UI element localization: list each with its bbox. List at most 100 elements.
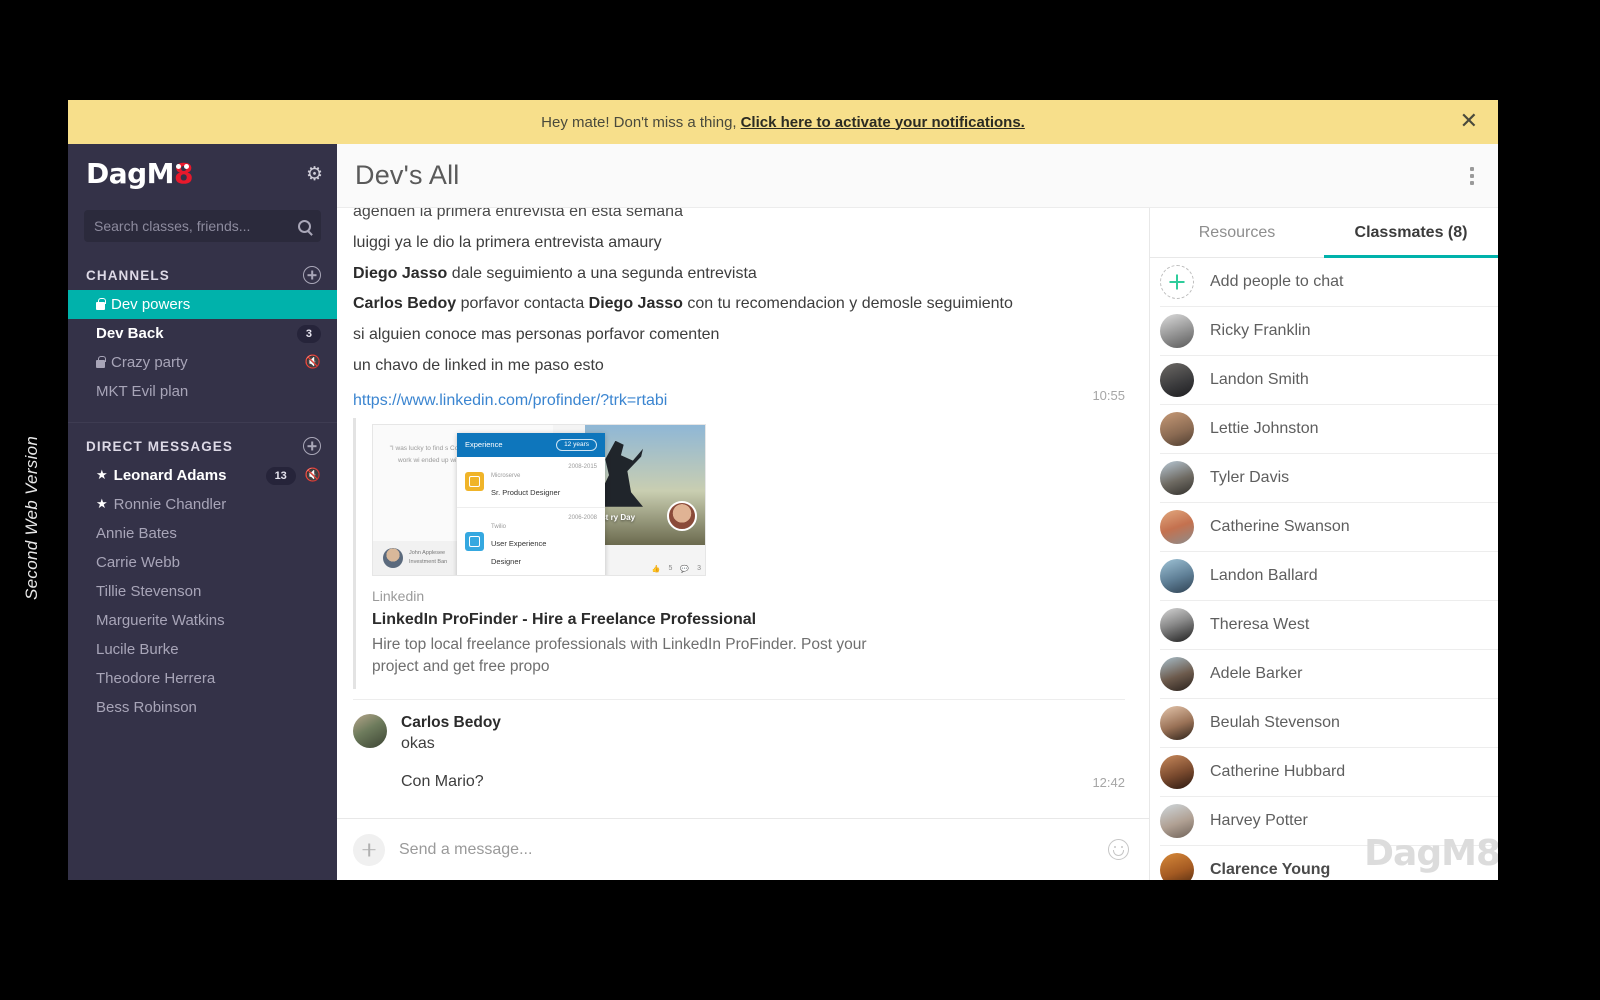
person-name: Landon Smith	[1210, 371, 1309, 388]
direct-messages-list: ★ Leonard Adams 13 🔇 ★ Ronnie Chandler Annie B…	[68, 461, 337, 722]
sidebar-item-dm-7[interactable]: Theodore Herrera	[68, 664, 337, 693]
tab-classmates-8[interactable]: Classmates (8)	[1324, 208, 1498, 258]
list-item-person-8[interactable]: Beulah Stevenson	[1160, 699, 1498, 748]
preview-description: Hire top local freelance professionals w…	[372, 635, 867, 676]
dm-label: Annie Bates	[96, 525, 177, 542]
mute-icon[interactable]: 🔇	[305, 468, 321, 483]
search-box[interactable]	[84, 210, 321, 242]
message-lines: luiggi ya le dio la primera entrevista a…	[353, 228, 1125, 382]
app-body: DagM8 ⚙ CHANNELS Dev powers Dev Back 3 Craz…	[68, 144, 1498, 880]
app-window: Hey mate! Don't miss a thing, Click here…	[68, 100, 1498, 880]
list-item-person-3[interactable]: Tyler Davis	[1160, 454, 1498, 503]
sidebar-divider	[68, 422, 337, 423]
preview-experience-card: Experience 12 years Microserve Sr. Produc…	[457, 432, 605, 575]
sidebar-item-channel-2[interactable]: Crazy party 🔇	[68, 348, 337, 377]
add-person-icon	[1160, 265, 1194, 299]
messages-scroll[interactable]: agenden la primera entrevista en esta se…	[337, 208, 1149, 818]
list-item-person-5[interactable]: Landon Ballard	[1160, 552, 1498, 601]
dm-title: DIRECT MESSAGES	[86, 438, 234, 454]
list-item-person-9[interactable]: Catherine Hubbard	[1160, 748, 1498, 797]
sidebar-item-dm-2[interactable]: Annie Bates	[68, 519, 337, 548]
message-input[interactable]	[399, 840, 1094, 859]
list-item-person-11[interactable]: Clarence Young	[1160, 846, 1498, 880]
add-dm-icon[interactable]	[303, 437, 321, 455]
search-icon	[298, 219, 311, 233]
activate-notifications-link[interactable]: Click here to activate your notification…	[741, 114, 1025, 131]
logo-accent: 8	[174, 157, 194, 190]
list-item-person-0[interactable]: Ricky Franklin	[1160, 307, 1498, 356]
list-item-person-1[interactable]: Landon Smith	[1160, 356, 1498, 405]
sidebar-item-channel-3[interactable]: MKT Evil plan	[68, 377, 337, 406]
avatar	[1160, 412, 1194, 446]
sidebar-item-channel-0[interactable]: Dev powers	[68, 290, 337, 319]
sidebar-item-dm-6[interactable]: Lucile Burke	[68, 635, 337, 664]
link-preview-card[interactable]: "I was lucky to find s Consultant throug…	[353, 417, 1125, 689]
smiley-icon[interactable]	[1108, 839, 1129, 860]
list-item-person-6[interactable]: Theresa West	[1160, 601, 1498, 650]
lock-icon	[96, 297, 106, 310]
mention[interactable]: Diego Jasso	[353, 265, 447, 282]
kebab-menu-icon[interactable]	[1466, 163, 1478, 189]
tab-resources[interactable]: Resources	[1150, 208, 1324, 257]
sidebar-item-dm-3[interactable]: Carrie Webb	[68, 548, 337, 577]
avatar[interactable]	[353, 713, 387, 748]
preview-author-meta: John Applesee Investment Ban	[409, 549, 447, 567]
channel-label: Dev Back	[96, 325, 164, 342]
person-name: Landon Ballard	[1210, 567, 1318, 584]
list-item-person-4[interactable]: Catherine Swanson	[1160, 503, 1498, 552]
close-icon[interactable]: ✕	[1460, 111, 1478, 133]
dm-label: Marguerite Watkins	[96, 612, 225, 629]
page-title: Dev's All	[355, 160, 460, 190]
message-line-3: si alguien conoce mas personas porfavor …	[353, 326, 720, 344]
notification-banner: Hey mate! Don't miss a thing, Click here…	[68, 100, 1498, 144]
job-role: Sr. Product Designer	[491, 487, 561, 497]
avatar	[1160, 706, 1194, 740]
sidebar-item-dm-8[interactable]: Bess Robinson	[68, 693, 337, 722]
sidebar-item-dm-1[interactable]: ★ Ronnie Chandler	[68, 490, 337, 519]
sidebar-item-channel-1[interactable]: Dev Back 3	[68, 319, 337, 348]
avatar	[1160, 755, 1194, 789]
sidebar-item-dm-0[interactable]: ★ Leonard Adams 13 🔇	[68, 461, 337, 490]
sidebar-item-dm-4[interactable]: Tillie Stevenson	[68, 577, 337, 606]
message-line-2: Carlos Bedoy porfavor contacta Diego Jas…	[353, 295, 1013, 313]
add-people-row[interactable]: Add people to chat	[1160, 258, 1498, 307]
mention[interactable]: Carlos Bedoy	[353, 295, 456, 312]
star-icon[interactable]: ★	[96, 497, 108, 512]
app-logo[interactable]: DagM8	[86, 160, 306, 188]
avatar	[1160, 657, 1194, 691]
chat-and-panel: agenden la primera entrevista en esta se…	[337, 208, 1498, 880]
list-item-person-2[interactable]: Lettie Johnston	[1160, 405, 1498, 454]
sidebar-item-dm-5[interactable]: Marguerite Watkins	[68, 606, 337, 635]
search-input[interactable]	[94, 218, 298, 234]
avatar	[1160, 853, 1194, 880]
logo-text: DagM	[86, 157, 175, 190]
list-item-person-7[interactable]: Adele Barker	[1160, 650, 1498, 699]
sidebar: DagM8 ⚙ CHANNELS Dev powers Dev Back 3 Craz…	[68, 144, 337, 880]
attach-plus-icon[interactable]	[353, 833, 385, 866]
sidebar-header: DagM8 ⚙	[68, 144, 337, 204]
person-name: Theresa West	[1210, 616, 1310, 633]
list-item-person-10[interactable]: Harvey Potter	[1160, 797, 1498, 846]
main-chat: Dev's All agenden la primera entrevista …	[337, 144, 1498, 880]
comment-count: 3	[697, 565, 701, 573]
add-channel-icon[interactable]	[303, 266, 321, 284]
dm-label: Theodore Herrera	[96, 670, 216, 687]
experience-text: Twilio User Experience Designer	[491, 515, 561, 569]
experience-header: Experience 12 years	[457, 432, 605, 457]
classmates-list[interactable]: Add people to chat Ricky Franklin Landon …	[1150, 258, 1498, 880]
mute-icon[interactable]: 🔇	[305, 355, 321, 370]
linkedin-url-link[interactable]: https://www.linkedin.com/profinder/?trk=…	[353, 382, 1078, 414]
mention[interactable]: Diego Jasso	[589, 295, 683, 312]
person-name: Harvey Potter	[1210, 812, 1308, 829]
message-line-0: luiggi ya le dio la primera entrevista a…	[353, 233, 662, 251]
experience-text: Microserve Sr. Product Designer	[491, 464, 561, 500]
person-name: Ricky Franklin	[1210, 322, 1311, 339]
lock-icon	[96, 355, 106, 368]
link-preview-image: "I was lucky to find s Consultant throug…	[372, 423, 706, 576]
experience-title: Experience	[465, 440, 503, 450]
star-icon[interactable]: ★	[96, 468, 108, 483]
gear-icon[interactable]: ⚙	[306, 164, 323, 184]
message-text-2-row: Con Mario? 12:42	[401, 753, 1125, 791]
comment-icon: 💬	[680, 565, 690, 573]
company-logo-icon	[465, 532, 484, 552]
